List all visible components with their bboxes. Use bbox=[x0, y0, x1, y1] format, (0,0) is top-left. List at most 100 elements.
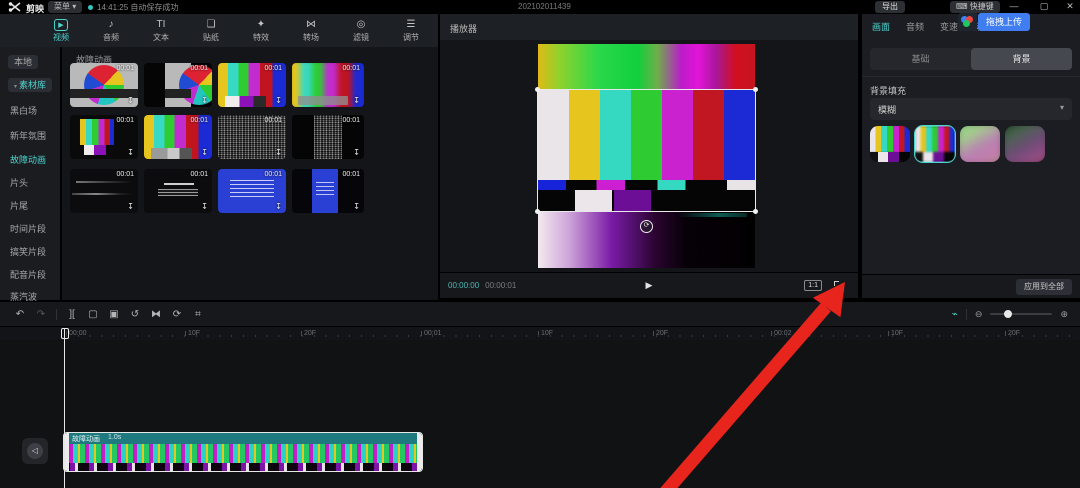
video-icon: ▶ bbox=[54, 19, 67, 31]
download-icon[interactable]: ↧ bbox=[127, 97, 134, 105]
close-button[interactable]: ✕ bbox=[1062, 0, 1078, 13]
subtab-background[interactable]: 背景 bbox=[971, 48, 1072, 70]
playhead-handle[interactable] bbox=[61, 328, 69, 339]
effects-icon: ✦ bbox=[257, 19, 265, 31]
auto-snap-icon[interactable]: ⌁ bbox=[952, 309, 958, 320]
download-icon[interactable]: ↧ bbox=[127, 203, 134, 211]
duration-badge: 00:01 bbox=[342, 171, 360, 178]
sidebar-item-time-clips[interactable]: 时间片段 bbox=[10, 222, 46, 236]
play-button[interactable]: ▶ bbox=[646, 280, 653, 291]
preview-canvas[interactable]: ⟳ bbox=[538, 44, 755, 268]
sidebar-item-glitch[interactable]: 故障动画 bbox=[10, 153, 46, 167]
subtab-basic[interactable]: 基础 bbox=[870, 48, 971, 70]
status-dot-icon bbox=[88, 5, 93, 10]
sidebar-item-black-white[interactable]: 黑白场 bbox=[10, 104, 37, 118]
library-item[interactable]: 00:01 ↧ bbox=[292, 115, 364, 159]
download-icon[interactable]: ↧ bbox=[275, 203, 282, 211]
autosave-status: 14:41:25 自动保存成功 bbox=[88, 2, 178, 13]
library-item[interactable]: 00:01 ↧ bbox=[218, 115, 286, 159]
blur-preset-light[interactable] bbox=[915, 126, 955, 162]
aspect-ratio-button[interactable]: 1:1 bbox=[804, 280, 822, 291]
toolbar-tab-video[interactable]: ▶视频 bbox=[46, 19, 76, 43]
library-item[interactable]: 00:01 ↧ bbox=[292, 169, 364, 213]
download-icon[interactable]: ↧ bbox=[353, 203, 360, 211]
minimize-button[interactable]: — bbox=[1006, 0, 1022, 13]
download-icon[interactable]: ↧ bbox=[275, 149, 282, 157]
timeline-zoom-slider[interactable] bbox=[990, 313, 1052, 315]
toolbar-tab-adjust[interactable]: ☰调节 bbox=[396, 19, 426, 43]
blur-preset-heavy[interactable] bbox=[1005, 126, 1045, 162]
library-item[interactable]: 00:01 ↧ bbox=[218, 169, 286, 213]
split-icon[interactable]: ][ bbox=[66, 309, 78, 320]
library-item[interactable]: 00:01 ↧ bbox=[70, 169, 138, 213]
library-item[interactable]: 00:01 ↧ bbox=[144, 63, 212, 107]
sidebar-item-new-year[interactable]: 新年氛围 bbox=[10, 129, 46, 143]
slider-handle[interactable] bbox=[1004, 310, 1012, 318]
ruler-label: 10F bbox=[888, 330, 903, 337]
library-item[interactable]: 00:01 ↧ bbox=[70, 63, 138, 107]
menu-button[interactable]: 菜单 ▾ bbox=[48, 1, 82, 13]
undo-icon[interactable]: ↶ bbox=[14, 309, 26, 320]
sidebar-item-outro[interactable]: 片尾 bbox=[10, 199, 28, 213]
sidebar-item-intro[interactable]: 片头 bbox=[10, 176, 28, 190]
blur-preset-medium[interactable] bbox=[960, 126, 1000, 162]
zoom-in-icon[interactable]: ⊕ bbox=[1060, 309, 1068, 320]
fullscreen-icon[interactable] bbox=[834, 281, 844, 291]
upload-badge[interactable]: 拖拽上传 bbox=[958, 13, 1030, 31]
library-item[interactable]: 00:01 ↧ bbox=[292, 63, 364, 107]
toolbar-tab-effects[interactable]: ✦特效 bbox=[246, 19, 276, 43]
tab-picture[interactable]: 画面 bbox=[872, 20, 890, 33]
sidebar-item-material-library[interactable]: ▾素材库 bbox=[8, 78, 52, 92]
ruler-label: 10F bbox=[538, 330, 553, 337]
sidebar-item-local[interactable]: 本地 bbox=[8, 55, 38, 69]
download-icon[interactable]: ↧ bbox=[201, 97, 208, 105]
player-header: 播放器 bbox=[440, 14, 858, 40]
rotate-icon[interactable]: ⟳ bbox=[171, 309, 183, 320]
toolbar-tab-audio[interactable]: ♪音频 bbox=[96, 19, 126, 43]
mirror-icon[interactable]: ⧓ bbox=[150, 309, 162, 320]
inspector-panel: 画面 音频 变速 动画 调节 基础 背景 背景填充 模糊 ▾ 应用到全部 bbox=[862, 14, 1080, 298]
toolbar-tab-transition[interactable]: ⋈转场 bbox=[296, 19, 326, 43]
sidebar-item-dub-clips[interactable]: 配音片段 bbox=[10, 268, 46, 282]
clip-trim-handle-right[interactable] bbox=[417, 433, 422, 471]
shortcuts-button[interactable]: ⌨ 快捷键 bbox=[950, 1, 1000, 13]
toolbar-tab-text[interactable]: TI文本 bbox=[146, 19, 176, 43]
fill-mode-dropdown[interactable]: 模糊 ▾ bbox=[870, 98, 1072, 120]
library-item[interactable]: 00:01 ↧ bbox=[144, 115, 212, 159]
library-item[interactable]: 00:01 ↧ bbox=[70, 115, 138, 159]
zoom-out-icon[interactable]: ⊖ bbox=[975, 309, 983, 320]
download-icon[interactable]: ↧ bbox=[201, 203, 208, 211]
library-item[interactable]: 00:01 ↧ bbox=[218, 63, 286, 107]
rotate-handle[interactable]: ⟳ bbox=[640, 220, 653, 233]
redo-icon[interactable]: ↷ bbox=[35, 309, 47, 320]
preview-video[interactable] bbox=[538, 90, 755, 211]
crop-icon[interactable]: ⌗ bbox=[192, 309, 204, 320]
reverse-icon[interactable]: ↺ bbox=[129, 309, 141, 320]
mute-original-audio-button[interactable]: ◁ bbox=[22, 438, 48, 464]
chevron-down-icon: ▾ bbox=[72, 2, 76, 11]
maximize-button[interactable]: ▢ bbox=[1036, 0, 1052, 13]
download-icon[interactable]: ↧ bbox=[275, 97, 282, 105]
apply-to-all-button[interactable]: 应用到全部 bbox=[1016, 279, 1072, 295]
download-icon[interactable]: ↧ bbox=[127, 149, 134, 157]
ruler-label: 00:00 bbox=[66, 330, 87, 337]
download-icon[interactable]: ↧ bbox=[353, 97, 360, 105]
download-icon[interactable]: ↧ bbox=[353, 149, 360, 157]
toolbar-tab-filter[interactable]: ◎滤镜 bbox=[346, 19, 376, 43]
library-item[interactable]: 00:01 ↧ bbox=[144, 169, 212, 213]
timeline-clip[interactable]: 故障动画 1.0s bbox=[63, 432, 423, 472]
blur-presets bbox=[870, 126, 1045, 162]
timeline-ruler[interactable]: 00:00 10F 20F 00:01 10F 20F 00:02 10F 20… bbox=[0, 326, 1080, 340]
freeze-frame-icon[interactable]: ▣ bbox=[108, 309, 120, 320]
blur-preset-none[interactable] bbox=[870, 126, 910, 162]
tab-speed[interactable]: 变速 bbox=[940, 20, 958, 33]
duration-badge: 00:01 bbox=[116, 171, 134, 178]
export-button[interactable]: 导出 bbox=[875, 1, 905, 13]
tab-audio[interactable]: 音频 bbox=[906, 20, 924, 33]
sidebar-item-funny-clips[interactable]: 搞笑片段 bbox=[10, 245, 46, 259]
toolbar-tab-sticker[interactable]: ❏贴纸 bbox=[196, 19, 226, 43]
media-toolbar: ▶视频 ♪音频 TI文本 ❏贴纸 ✦特效 ⋈转场 ◎滤镜 ☰调节 bbox=[0, 14, 438, 47]
download-icon[interactable]: ↧ bbox=[201, 149, 208, 157]
current-time: 00:00:00 bbox=[448, 281, 479, 290]
delete-icon[interactable]: ▢ bbox=[87, 309, 99, 320]
